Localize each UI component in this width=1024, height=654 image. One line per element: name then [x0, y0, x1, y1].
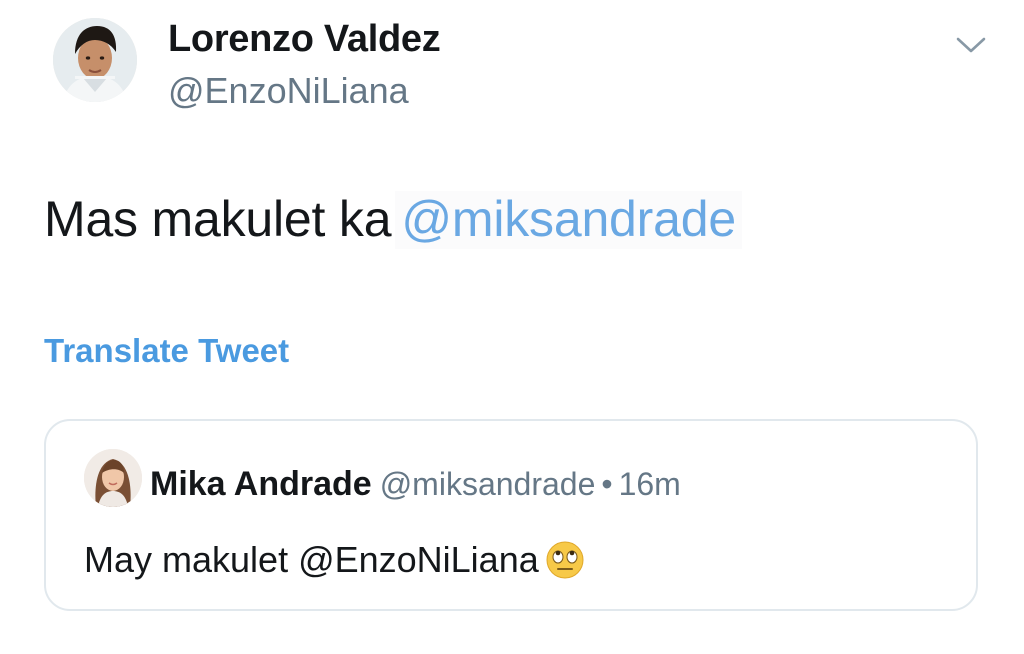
quoted-tweet-card[interactable]: Mika Andrade @miksandrade • 16m May makulet… [44, 419, 978, 611]
quoted-tweet-text: May makulet @EnzoNiLiana [84, 539, 539, 580]
author-avatar-image [53, 18, 137, 102]
quoted-display-name[interactable]: Mika Andrade [150, 465, 372, 503]
chevron-down-icon[interactable] [954, 34, 988, 56]
author-display-name[interactable]: Lorenzo Valdez [168, 18, 441, 61]
quoted-tweet-text-row: May makulet @EnzoNiLiana [84, 539, 585, 581]
translate-tweet-link[interactable]: Translate Tweet [44, 332, 289, 370]
tweet: Lorenzo Valdez @EnzoNiLiana Mas makulet … [0, 0, 1024, 654]
author-avatar[interactable] [53, 18, 137, 102]
quoted-author-avatar[interactable] [84, 449, 142, 507]
quoted-avatar-image [84, 449, 142, 507]
quoted-handle[interactable]: @miksandrade [380, 466, 596, 502]
separator-dot: • [601, 466, 613, 502]
mention-link[interactable]: @miksandrade [395, 191, 742, 249]
tweet-body: Mas makulet ka @miksandrade [44, 190, 742, 249]
tweet-text: Mas makulet ka [44, 191, 392, 247]
author-handle[interactable]: @EnzoNiLiana [168, 70, 409, 112]
quoted-timestamp[interactable]: 16m [619, 466, 681, 502]
quoted-tweet-header: Mika Andrade @miksandrade • 16m [150, 465, 681, 504]
face-with-rolling-eyes-icon [545, 540, 585, 580]
